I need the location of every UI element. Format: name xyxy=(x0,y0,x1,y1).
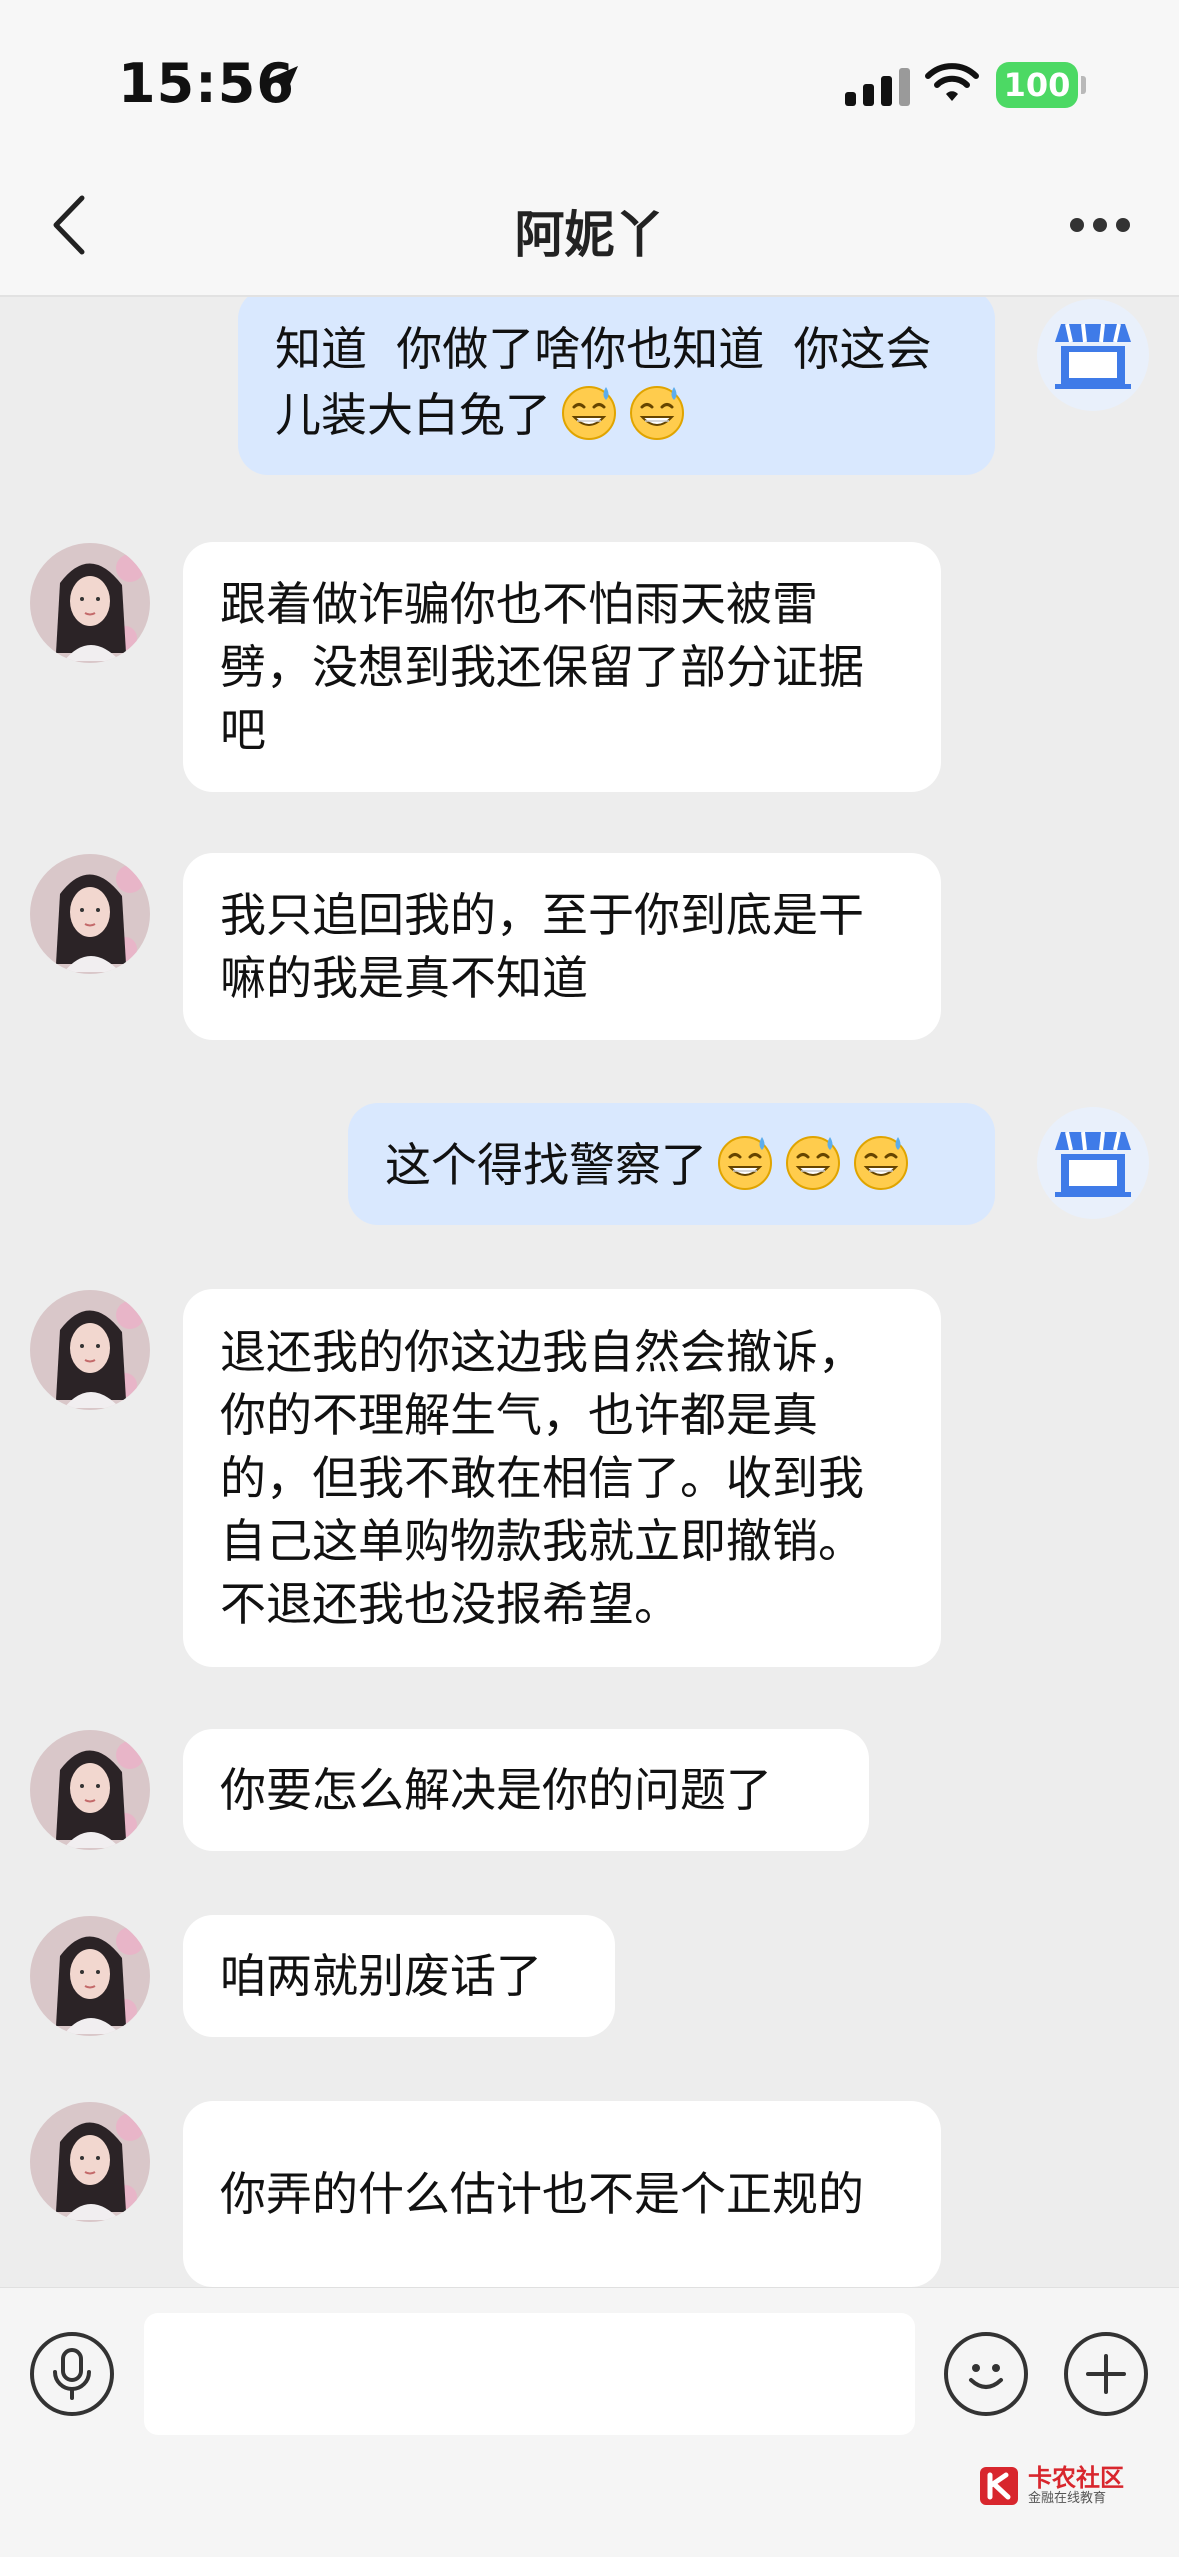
battery-indicator: 100 xyxy=(996,62,1078,108)
watermark-subtitle: 金融在线教育 xyxy=(1028,2491,1107,2506)
sweat-smile-emoji-icon xyxy=(551,385,687,442)
store-avatar[interactable] xyxy=(1037,299,1149,411)
store-icon xyxy=(1055,1131,1131,1197)
contact-avatar[interactable] xyxy=(30,543,150,663)
plus-icon[interactable] xyxy=(1064,2332,1148,2416)
sweat-smile-emoji-icon xyxy=(707,1136,911,1192)
chat-header: 阿妮丫 xyxy=(0,150,1179,297)
message-bubble-incoming[interactable]: 退还我的你这边我自然会撤诉，你的不理解生气，也许都是真的，但我不敢在相信了。收到… xyxy=(183,1289,941,1667)
watermark-k-icon xyxy=(980,2467,1018,2505)
watermark-logo: 卡农社区 金融在线教育 xyxy=(980,2465,1124,2507)
message-bubble-incoming[interactable]: 你弄的什么估计也不是个正规的 xyxy=(183,2101,941,2287)
message-list: 知道 你做了啥你也知道 你这会儿装大白兔了 跟着做诈骗你也不怕雨天被雷劈，没想到… xyxy=(0,297,1179,2287)
message-text: 知道 你做了啥你也知道 你这会儿装大白兔了 xyxy=(275,321,932,442)
contact-avatar[interactable] xyxy=(30,854,150,974)
message-text: 跟着做诈骗你也不怕雨天被雷劈，没想到我还保留了部分证据吧 xyxy=(220,576,864,757)
contact-avatar[interactable] xyxy=(30,2102,150,2222)
message-bubble-outgoing[interactable]: 这个得找警察了 xyxy=(348,1103,995,1225)
chat-title: 阿妮丫 xyxy=(514,206,665,264)
message-text: 我只追回我的，至于你到底是干嘛的我是真不知道 xyxy=(220,887,864,1005)
location-arrow-icon xyxy=(266,66,298,98)
message-text: 咱两就别废话了 xyxy=(220,1948,542,2003)
watermark-title: 卡农社区 xyxy=(1028,2464,1124,2492)
message-input[interactable] xyxy=(144,2313,915,2435)
contact-avatar[interactable] xyxy=(30,1916,150,2036)
message-bubble-incoming[interactable]: 你要怎么解决是你的问题了 xyxy=(183,1729,869,1851)
message-bubble-incoming[interactable]: 跟着做诈骗你也不怕雨天被雷劈，没想到我还保留了部分证据吧 xyxy=(183,542,941,792)
message-text: 退还我的你这边我自然会撤诉，你的不理解生气，也许都是真的，但我不敢在相信了。收到… xyxy=(220,1324,864,1631)
message-text: 这个得找警察了 xyxy=(385,1131,911,1197)
cellular-signal-icon xyxy=(845,68,910,106)
message-text: 你要怎么解决是你的问题了 xyxy=(220,1762,772,1817)
status-bar: 15:56 100 xyxy=(0,0,1179,150)
wifi-icon xyxy=(925,63,979,101)
contact-avatar[interactable] xyxy=(30,1290,150,1410)
message-bubble-incoming[interactable]: 咱两就别废话了 xyxy=(183,1915,615,2037)
emoji-smile-icon[interactable] xyxy=(944,2332,1028,2416)
contact-avatar[interactable] xyxy=(30,1730,150,1850)
message-text: 你弄的什么估计也不是个正规的 xyxy=(220,2166,864,2221)
message-bubble-outgoing[interactable]: 知道 你做了啥你也知道 你这会儿装大白兔了 xyxy=(238,297,995,475)
message-input-bar xyxy=(0,2287,1179,2557)
more-dots-icon[interactable] xyxy=(1070,218,1130,232)
store-avatar[interactable] xyxy=(1037,1107,1149,1219)
battery-tip xyxy=(1081,76,1086,94)
store-icon xyxy=(1055,323,1131,389)
microphone-icon[interactable] xyxy=(30,2332,114,2416)
message-bubble-incoming[interactable]: 我只追回我的，至于你到底是干嘛的我是真不知道 xyxy=(183,853,941,1040)
